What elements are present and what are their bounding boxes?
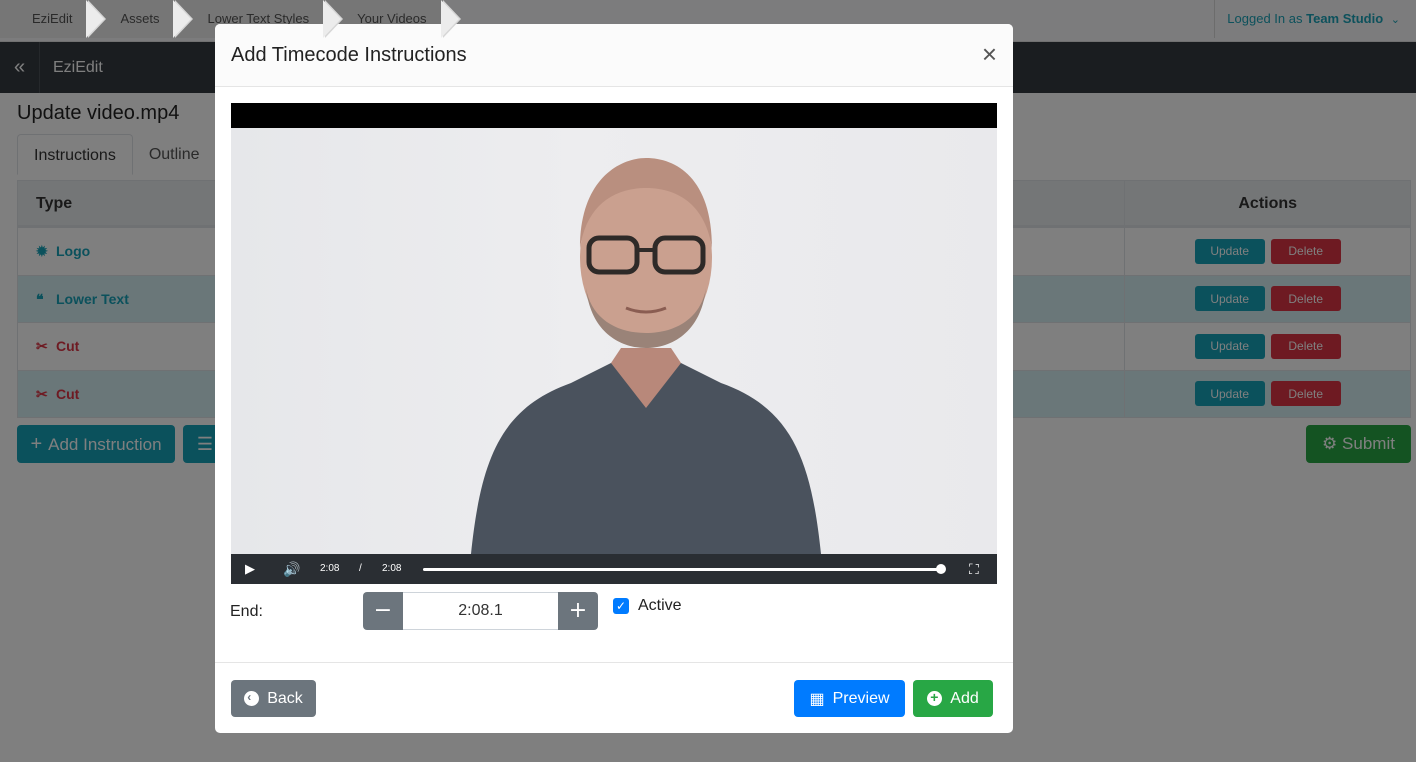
play-icon[interactable]: ▶	[245, 554, 255, 584]
monitor-icon: ▦	[809, 690, 825, 708]
video-still-person	[471, 158, 821, 554]
end-timecode-input[interactable]	[403, 592, 558, 630]
end-label: End:	[230, 603, 263, 620]
progress-handle[interactable]	[936, 564, 946, 574]
active-toggle[interactable]: ✓ Active	[613, 597, 682, 615]
time-separator: /	[359, 563, 362, 574]
volume-icon[interactable]: 🔊	[283, 554, 300, 584]
arrow-left-circle-icon: ‹	[244, 690, 260, 706]
preview-label: Preview	[832, 689, 890, 707]
increment-button[interactable]: +	[558, 592, 598, 630]
duration: 2:08	[382, 563, 402, 574]
preview-button[interactable]: ▦ Preview	[794, 680, 905, 717]
close-icon[interactable]: ×	[982, 41, 997, 67]
back-label: Back	[267, 689, 303, 707]
video-controls: ▶ 🔊 2:08 / 2:08 ⛶	[231, 554, 997, 584]
fullscreen-icon[interactable]: ⛶	[969, 554, 979, 584]
add-label: Add	[950, 689, 979, 707]
plus-circle-icon: +	[927, 689, 943, 706]
add-button[interactable]: + Add	[913, 680, 993, 717]
decrement-button[interactable]: −	[363, 592, 403, 630]
active-label: Active	[638, 597, 682, 614]
add-timecode-modal: Add Timecode Instructions × ▶ 🔊 2:08 / 2…	[215, 24, 1013, 733]
end-timecode-stepper: − +	[363, 592, 598, 630]
progress-bar[interactable]	[423, 568, 941, 571]
active-checkbox[interactable]: ✓	[613, 598, 629, 614]
back-button[interactable]: ‹ Back	[231, 680, 316, 717]
current-time: 2:08	[320, 563, 340, 574]
modal-title: Add Timecode Instructions	[231, 44, 467, 66]
modal-footer: ‹ Back ▦ Preview + Add	[215, 662, 1013, 733]
video-frame[interactable]	[231, 128, 997, 554]
video-player[interactable]: ▶ 🔊 2:08 / 2:08 ⛶	[231, 103, 997, 584]
